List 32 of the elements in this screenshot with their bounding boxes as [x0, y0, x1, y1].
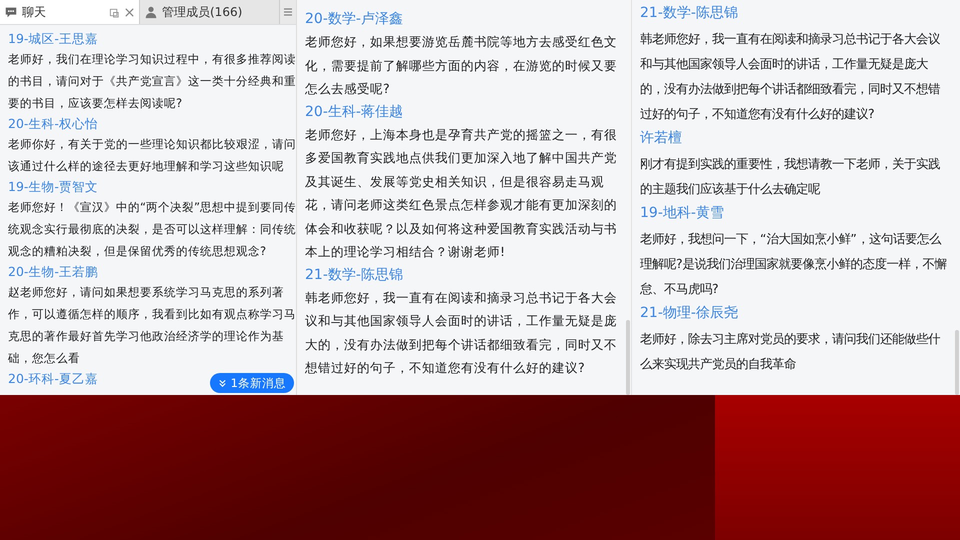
sender-name[interactable]: 20-生物-王若鹏: [8, 262, 98, 281]
menu-icon[interactable]: [282, 6, 294, 18]
message-text: 老师您好！《宣汉》中的“两个决裂”思想中提到要同传统观念实行最彻底的决裂，是否可以这样理解：同传统观念的糟粕决裂，但是保留优秀的传统思想观念?: [8, 199, 296, 260]
close-icon[interactable]: [124, 6, 135, 18]
message-text: 老师好，我想问一下，“治大国如烹小鲜”，这句话要怎么理解呢?是说我们治理国家就要像烹小鲜的态度一样，不懈怠、不马虎吗?: [640, 230, 948, 298]
message-text: 韩老师您好，我一直有在阅读和摘录习总书记于各大会议和与其他国家领导人会面时的讲话，工作量无疑是庞大的，没有办法做到把每个讲话都细致看完，同时又不想错过好的句子，不知道您有没有什么好的建议?: [640, 30, 941, 123]
message-text: 刚才有提到实践的重要性，我想请教一下老师，关于实践的主题我们应该基于什么去确定呢: [640, 155, 941, 198]
message-text: 老师好，除去习主席对党员的要求，请问我们还能做些什么来实现共产党员的自我革命: [640, 330, 941, 373]
pop-out-icon[interactable]: [109, 6, 120, 18]
sender-name[interactable]: 19-地科-黄雪: [640, 201, 724, 226]
sender-name[interactable]: 20-生科-蒋佳越: [305, 100, 403, 122]
message-text: 老师您好，如果想要游览岳麓书院等地方去感受红色文化，需要提前了解哪些方面的内容，在游览的时候又要怎么去感受呢?: [305, 33, 618, 98]
sender-name[interactable]: 21-数学-陈思锦: [305, 264, 403, 286]
message-text: 韩老师您好，我一直有在阅读和摘录习总书记于各大会议和与其他国家领导人会面时的讲话，工作量无疑是庞大的，没有办法做到把每个讲话都细致看完，同时又不想错过好的句子，不知道您有没有什么好的建议?: [305, 288, 618, 377]
message-text: 赵老师您好，请问如果想要系统学习马克思的系列著作，可以遵循怎样的顺序，我看到比如有观点称学习马克思的著作最好首先学习他政治经济学的理论作为基础，您怎么看: [8, 284, 296, 367]
double-chevron-down-icon: [218, 378, 227, 388]
message-text: 老师您好，上海本身也是孕育共产党的摇篮之一，有很多爱国教育实践地点供我们更加深入地了解中国共产党及其诞生、发展等党史相关知识，但是很容易走马观花，请问老师这类红色景点怎样参观才能有更加深刻的体会和收获呢？以及如何将这种爱国教育实践活动与书本上的理论学习相结合？谢谢老师!: [305, 126, 618, 261]
sender-name[interactable]: 19-生物-贾智文: [8, 177, 98, 196]
message-text: 老师好，我们在理论学习知识过程中，有很多推荐阅读的书目，请问对于《共产党宣言》这一类十分经典和重要的书目，应该要怎样去阅读呢?: [8, 51, 296, 112]
tab[interactable]: 聊天: [0, 0, 140, 24]
sender-name[interactable]: 20-生科-权心怡: [8, 114, 98, 133]
person-icon: [144, 5, 158, 19]
scrollbar-thumb[interactable]: [955, 330, 959, 395]
sender-name[interactable]: 20-环科-夏乙嘉: [8, 369, 98, 388]
sender-name[interactable]: 21-数学-陈思锦: [640, 1, 738, 26]
new-message-button[interactable]: 1条新消息: [210, 373, 294, 393]
sender-name[interactable]: 19-城区-王思嘉: [8, 29, 98, 48]
sender-name[interactable]: 21-物理-徐辰尧: [640, 301, 738, 326]
sender-name[interactable]: 20-数学-卢泽鑫: [305, 8, 403, 30]
sender-name[interactable]: 许若檀: [640, 126, 682, 151]
chat-bubble-icon: [4, 5, 18, 19]
message-text: 老师你好，有关于党的一些理论知识都比较艰涩，请问该通过什么样的途径去更好地理解和学习这些知识呢: [8, 136, 296, 175]
